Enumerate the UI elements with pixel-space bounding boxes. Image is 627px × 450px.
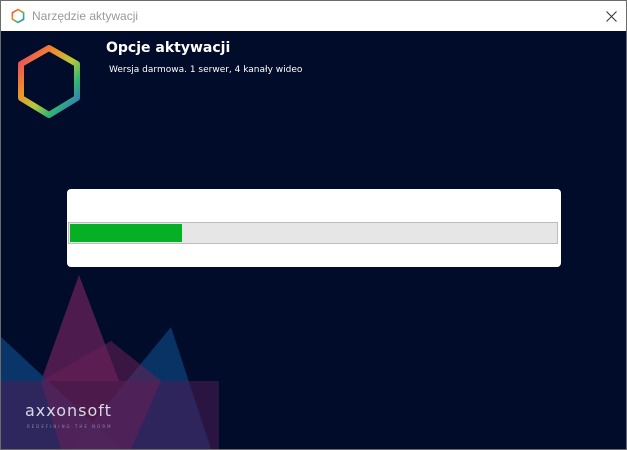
- close-icon: [605, 10, 617, 22]
- title-bar[interactable]: Narzędzie aktywacji: [1, 1, 626, 31]
- license-description: Wersja darmowa. 1 serwer, 4 kanały wideo: [109, 65, 303, 75]
- close-button[interactable]: [596, 1, 626, 31]
- activation-progress-bar: [68, 222, 558, 244]
- main-content: Opcje aktywacji Wersja darmowa. 1 serwer…: [1, 31, 626, 449]
- brand-tagline: REDEFINING THE NORM: [27, 424, 113, 429]
- progress-card: [67, 189, 561, 267]
- hexagon-logo-icon: [18, 45, 80, 118]
- window-title: Narzędzie aktywacji: [32, 9, 139, 23]
- activation-tool-window: Narzędzie aktywacji Opcje aktywacji Wers…: [0, 0, 627, 450]
- progress-fill: [70, 224, 182, 242]
- hexagon-logo-icon: [11, 8, 25, 24]
- page-title: Opcje aktywacji: [106, 40, 231, 56]
- brand-logo-text: axxonsoft: [25, 401, 112, 420]
- brand-star-graphic: [1, 275, 219, 449]
